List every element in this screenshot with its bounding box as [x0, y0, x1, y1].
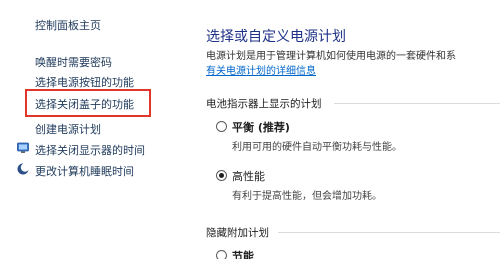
battery-plans-heading: 电池指示器上显示的计划	[206, 98, 322, 110]
sidebar-link-create-plan[interactable]: 创建电源计划	[35, 121, 101, 137]
sidebar: 控制面板主页 唤醒时需要密码 选择电源按钮的功能 选择关闭盖子的功能 创建电源计…	[0, 0, 190, 259]
main-panel: 选择或自定义电源计划 电源计划是用于管理计算机如何使用电源的一套硬件和系 有关电…	[206, 0, 500, 259]
sidebar-link-display-off[interactable]: 选择关闭显示器的时间	[35, 142, 145, 158]
sidebar-link-wake-password[interactable]: 唤醒时需要密码	[35, 54, 112, 70]
plan-name-high-performance: 高性能	[232, 170, 265, 183]
control-panel-home-link[interactable]: 控制面板主页	[35, 17, 101, 33]
plan-name-balanced: 平衡 (推荐)	[232, 121, 290, 134]
hidden-plans-heading[interactable]: 隐藏附加计划	[206, 225, 269, 240]
section-divider	[278, 232, 500, 233]
plan-name-power-saver: 节能	[232, 250, 254, 259]
moon-sleep-icon	[17, 163, 29, 175]
section-divider	[334, 103, 500, 104]
highlight-annotation-box	[25, 89, 151, 117]
page-title: 选择或自定义电源计划	[206, 29, 346, 45]
plan-desc-balanced: 利用可用的硬件自动平衡功耗与性能。	[232, 142, 402, 153]
plan-radio-power-saver[interactable]	[216, 250, 227, 259]
description-text: 电源计划是用于管理计算机如何使用电源的一套硬件和系	[206, 51, 456, 62]
power-plan-info-link[interactable]: 有关电源计划的详细信息	[206, 62, 316, 77]
plan-radio-balanced[interactable]	[216, 121, 227, 132]
display-power-icon	[17, 142, 29, 153]
plan-radio-high-performance[interactable]	[216, 170, 227, 181]
plan-desc-high-performance: 有利于提高性能，但会增加功耗。	[232, 191, 382, 202]
sidebar-link-power-button[interactable]: 选择电源按钮的功能	[35, 74, 134, 90]
sidebar-link-sleep-time[interactable]: 更改计算机睡眠时间	[35, 163, 134, 179]
